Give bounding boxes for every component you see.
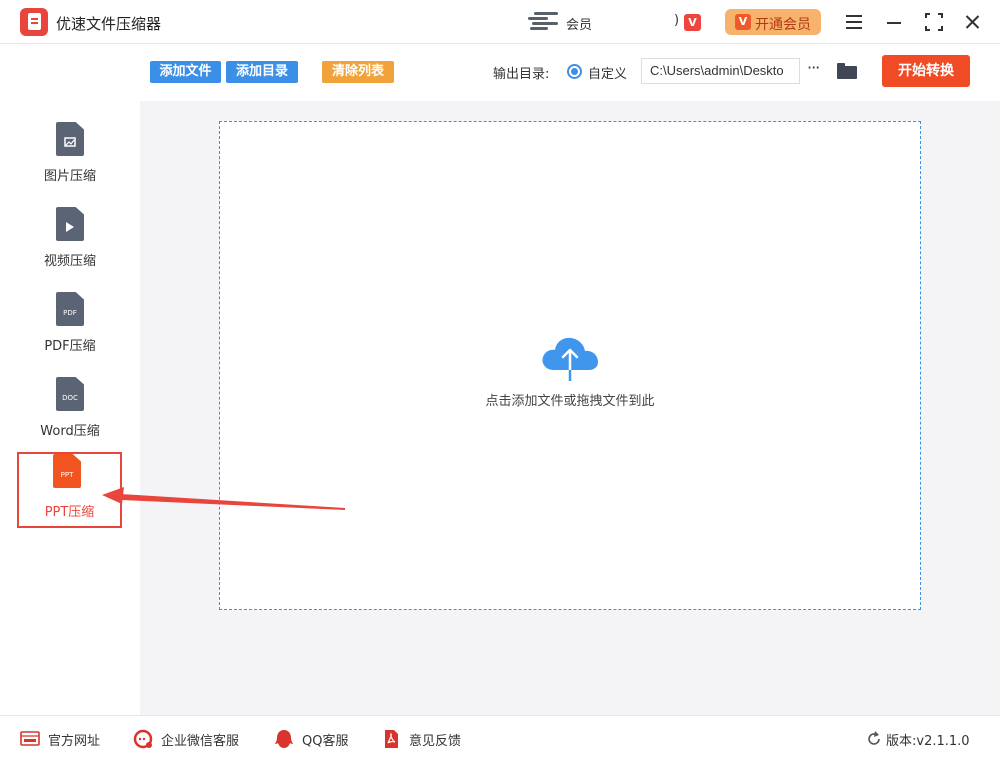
qq-icon — [275, 730, 293, 748]
website-label: 官方网址 — [48, 734, 101, 749]
wechat-service-label: 企业微信客服 — [161, 734, 240, 749]
footer: 官方网址 企业微信客服 QQ客服 意见反馈 版本:v2.1.1.0 — [0, 715, 1000, 760]
sidebar-item-label: 图片压缩 — [43, 169, 96, 184]
open-vip-label: 开通会员 — [755, 17, 811, 33]
sidebar-item-pdf[interactable]: PDF PDF压缩 — [20, 290, 120, 362]
close-icon[interactable] — [958, 8, 986, 36]
image-file-icon — [56, 122, 84, 156]
sidebar-item-label: 视频压缩 — [43, 254, 96, 269]
more-options-icon[interactable]: ··· — [807, 60, 827, 78]
title-bar: 优速文件压缩器 会员 ) V V 开通会员 — [0, 0, 1000, 44]
feedback-label: 意见反馈 — [409, 734, 462, 749]
open-folder-icon[interactable] — [837, 63, 857, 79]
sidebar-item-word[interactable]: DOC Word压缩 — [20, 375, 120, 447]
output-dir-label: 输出目录: — [493, 67, 550, 82]
annotation-arrow — [102, 487, 345, 510]
sidebar-item-image[interactable]: 图片压缩 — [20, 120, 120, 192]
maximize-icon[interactable] — [920, 8, 948, 36]
video-file-icon — [56, 207, 84, 241]
member-paren: ) — [674, 13, 680, 28]
custom-output-label[interactable]: 自定义 — [588, 63, 627, 82]
qq-service-label: QQ客服 — [302, 734, 349, 749]
toolbar: 添加文件 添加目录 清除列表 输出目录: 自定义 C:\Users\admin\… — [140, 45, 1000, 101]
main-panel: 添加文件 添加目录 清除列表 输出目录: 自定义 C:\Users\admin\… — [140, 45, 1000, 715]
custom-output-radio[interactable] — [567, 64, 582, 79]
sidebar-item-label: PDF压缩 — [44, 339, 96, 354]
feedback-icon — [385, 730, 398, 748]
file-drop-zone[interactable]: 点击添加文件或拖拽文件到此 — [219, 121, 921, 610]
open-vip-button[interactable]: V 开通会员 — [725, 9, 821, 35]
sidebar: 图片压缩 视频压缩 PDF PDF压缩 DOC Word压缩 PPT PPT压缩 — [0, 45, 140, 715]
app-logo-icon — [20, 8, 48, 36]
doc-file-icon: DOC — [56, 377, 84, 411]
refresh-icon — [868, 731, 880, 745]
menu-icon[interactable] — [840, 8, 868, 36]
app-title: 优速文件压缩器 — [56, 15, 162, 33]
website-icon — [20, 731, 40, 746]
add-directory-button[interactable]: 添加目录 — [226, 61, 298, 83]
drop-hint: 点击添加文件或拖拽文件到此 — [485, 394, 655, 409]
member-label[interactable]: 会员 — [566, 14, 592, 33]
output-path-field[interactable]: C:\Users\admin\Deskto — [641, 58, 800, 84]
wechat-icon — [133, 729, 153, 749]
sidebar-item-label: Word压缩 — [40, 424, 100, 439]
start-convert-button[interactable]: 开始转换 — [882, 55, 970, 87]
vip-icon: V — [735, 14, 751, 30]
member-logo-icon — [528, 12, 558, 32]
minimize-icon[interactable] — [880, 8, 908, 36]
add-file-button[interactable]: 添加文件 — [150, 61, 221, 83]
version-label: 版本:v2.1.1.0 — [886, 734, 970, 749]
clear-list-button[interactable]: 清除列表 — [322, 61, 394, 83]
pdf-file-icon: PDF — [56, 292, 84, 326]
version-number: v2.1.1.0 — [916, 734, 970, 749]
cloud-upload-icon — [542, 337, 598, 381]
sidebar-item-video[interactable]: 视频压缩 — [20, 205, 120, 277]
vip-badge-icon: V — [684, 14, 701, 31]
ppt-file-icon: PPT — [53, 454, 81, 488]
